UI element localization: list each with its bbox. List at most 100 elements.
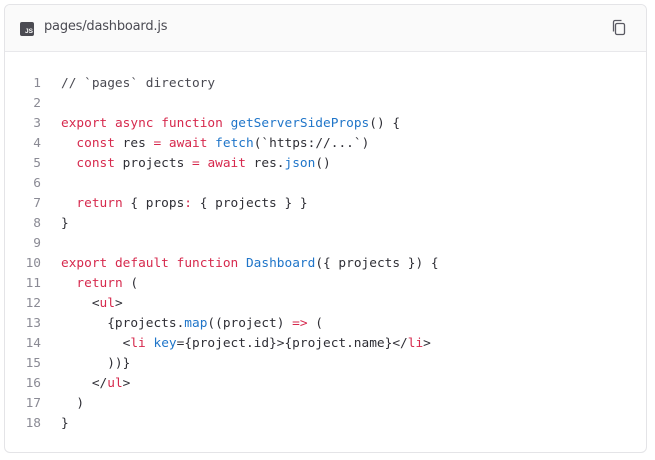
line-code: ) — [61, 394, 84, 414]
code-token: default — [114, 256, 169, 271]
code-token: ul — [99, 296, 115, 311]
code-content: 1 // `pages` directory 2 3 export async func… — [5, 74, 646, 434]
code-token: json — [284, 156, 316, 171]
code-line: 18} — [5, 414, 646, 434]
copy-button[interactable] — [610, 19, 628, 37]
line-number: 12 — [25, 296, 41, 311]
code-token: ( — [307, 316, 323, 331]
line-number: 7 — [33, 196, 41, 211]
line-code: export async function getServerSideProps… — [61, 114, 400, 134]
line-code: ))} — [61, 354, 130, 374]
code-token: async — [114, 116, 154, 131]
code-token: res — [114, 136, 154, 151]
code-line: 12 <ul> — [5, 294, 646, 314]
code-token: </ — [61, 376, 108, 391]
code-token: ({ projects }) { — [315, 256, 439, 271]
line-number: 16 — [25, 376, 41, 391]
code-token: : — [184, 196, 193, 211]
code-token: Dashboard — [245, 256, 316, 271]
code-token: } — [61, 216, 69, 231]
code-line: 10 export default function Dashboard({ pr… — [5, 254, 646, 274]
file-name: pages/dashboard.js — [44, 19, 168, 34]
code-line: 15 ))} — [5, 354, 646, 374]
line-number: 8 — [33, 216, 41, 231]
code-line: 4 const res = await fetch(`https://...`) — [5, 134, 646, 154]
line-number: 1 — [33, 76, 41, 91]
code-token: return — [76, 196, 123, 211]
line-number: 6 — [33, 176, 41, 191]
code-block-header: JS pages/dashboard.js — [5, 5, 646, 52]
line-code: return { props: { projects } } — [61, 194, 308, 214]
line-code: const projects = await res.json() — [61, 154, 331, 174]
js-file-icon: JS — [20, 22, 34, 36]
line-code: const res = await fetch(`https://...`) — [61, 134, 369, 154]
line-number: 2 — [33, 96, 41, 111]
code-line: 17 ) — [5, 394, 646, 414]
code-block: JS pages/dashboard.js 1 // `pages` direct… — [4, 4, 647, 453]
code-token: key — [153, 336, 177, 351]
code-token: = — [192, 156, 200, 171]
code-token: await — [207, 156, 246, 171]
line-number: 13 — [25, 316, 41, 331]
line-code: </ul> — [61, 374, 131, 394]
code-token: < — [61, 336, 131, 351]
code-line: 3 export async function getServerSideProp… — [5, 114, 646, 134]
code-token: map — [184, 316, 208, 331]
line-number: 10 — [25, 256, 41, 271]
line-code: <ul> — [61, 294, 123, 314]
code-token: const — [76, 156, 115, 171]
line-number: 17 — [25, 396, 41, 411]
code-token: (`https://...`) — [253, 136, 370, 151]
code-token: } — [61, 416, 69, 431]
code-token: () { — [369, 116, 401, 131]
code-token: function — [161, 116, 223, 131]
line-number: 5 — [33, 156, 41, 171]
code-token: projects — [114, 156, 192, 171]
code-token: ) — [61, 396, 85, 411]
line-code: return ( — [61, 274, 138, 294]
code-token: () — [315, 156, 331, 171]
line-number: 3 — [33, 116, 41, 131]
code-token: li — [130, 336, 146, 351]
code-token: => — [292, 316, 308, 331]
code-token: function — [176, 256, 239, 271]
line-code: <li key={project.id}>{project.name}</li> — [61, 334, 431, 354]
code-token: > — [423, 336, 431, 351]
code-token: > — [114, 296, 123, 311]
code-token: ))} — [61, 356, 131, 371]
code-token: { projects } } — [192, 196, 308, 211]
code-line: 14 <li key={project.id}>{project.name}</… — [5, 334, 646, 354]
code-line: 8} — [5, 214, 646, 234]
code-token: ul — [107, 376, 123, 391]
code-token: // `pages` directory — [61, 76, 216, 91]
line-number: 4 — [33, 136, 41, 151]
code-token: {projects. — [61, 316, 185, 331]
line-code: {projects.map((project) => ( — [61, 314, 323, 334]
code-token: getServerSideProps — [230, 116, 370, 131]
line-number: 11 — [25, 276, 41, 291]
code-line: 16 </ul> — [5, 374, 646, 394]
code-token: { props — [122, 196, 185, 211]
file-icon-label: JS — [25, 27, 33, 35]
code-token: export — [61, 116, 108, 131]
code-token: export — [61, 256, 108, 271]
code-token: return — [76, 276, 123, 291]
line-code: } — [61, 414, 69, 434]
code-line: 6 — [5, 174, 646, 194]
code-token: fetch — [215, 136, 254, 151]
copy-icon — [612, 19, 626, 36]
code-token: ( — [122, 276, 139, 291]
line-number: 18 — [25, 416, 41, 431]
code-line: 2 — [5, 94, 646, 114]
code-token: res. — [245, 156, 285, 171]
